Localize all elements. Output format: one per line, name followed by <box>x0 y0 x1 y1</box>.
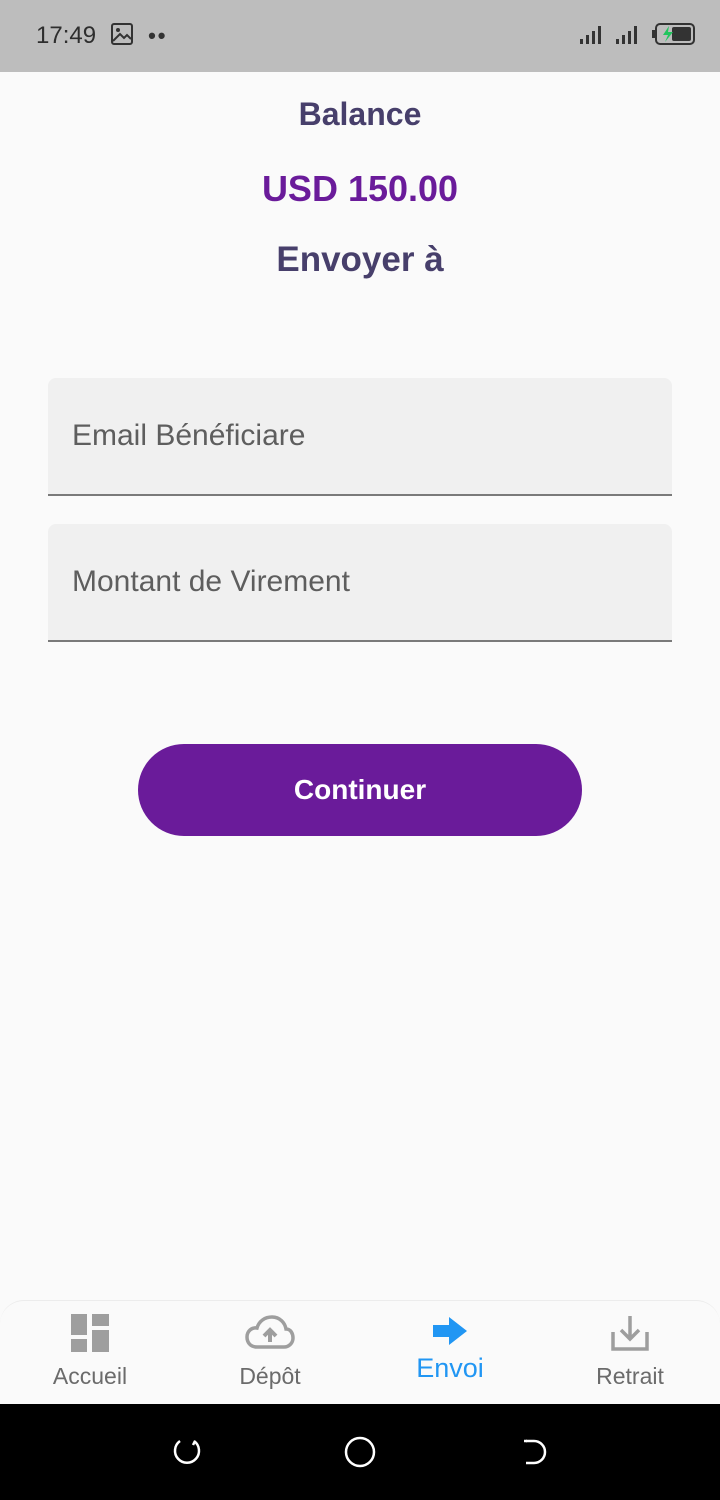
nav-label-envoi: Envoi <box>416 1353 484 1383</box>
dashboard-icon <box>71 1313 109 1353</box>
battery-charging-icon <box>652 22 696 50</box>
nav-item-envoi[interactable]: Envoi <box>360 1301 540 1404</box>
arrow-right-icon <box>433 1313 467 1349</box>
nav-label-retrait: Retrait <box>596 1363 664 1389</box>
email-input[interactable] <box>48 378 672 494</box>
nav-label-depot: Dépôt <box>239 1363 301 1389</box>
balance-amount: USD 150.00 <box>261 168 459 209</box>
continue-button[interactable]: Continuer <box>138 744 582 836</box>
email-field[interactable] <box>48 378 672 496</box>
dots-icon: •• <box>148 23 168 48</box>
system-nav <box>0 1404 720 1500</box>
home-icon[interactable] <box>330 1422 390 1482</box>
cloud-upload-icon <box>245 1313 295 1353</box>
nav-item-retrait[interactable]: Retrait <box>540 1301 720 1404</box>
status-left: 17:49 •• <box>36 22 167 51</box>
back-icon[interactable] <box>503 1422 563 1482</box>
nav-item-accueil[interactable]: Accueil <box>0 1301 180 1404</box>
download-icon <box>610 1313 650 1353</box>
status-time: 17:49 <box>36 22 97 49</box>
send-to-label: Envoyer à <box>276 240 444 279</box>
signal-icon <box>616 24 642 49</box>
nav-item-depot[interactable]: Dépôt <box>180 1301 360 1404</box>
status-bar: 17:49 •• <box>0 0 720 72</box>
recents-icon[interactable] <box>157 1422 217 1482</box>
bottom-nav: Accueil Dépôt Envoi Retrait <box>0 1300 720 1404</box>
amount-input[interactable] <box>48 524 672 640</box>
signal-icon <box>580 24 606 49</box>
amount-field[interactable] <box>48 524 672 642</box>
image-icon <box>110 22 134 51</box>
balance-label: Balance <box>298 96 422 132</box>
nav-label-accueil: Accueil <box>52 1363 128 1389</box>
status-right <box>580 22 696 50</box>
